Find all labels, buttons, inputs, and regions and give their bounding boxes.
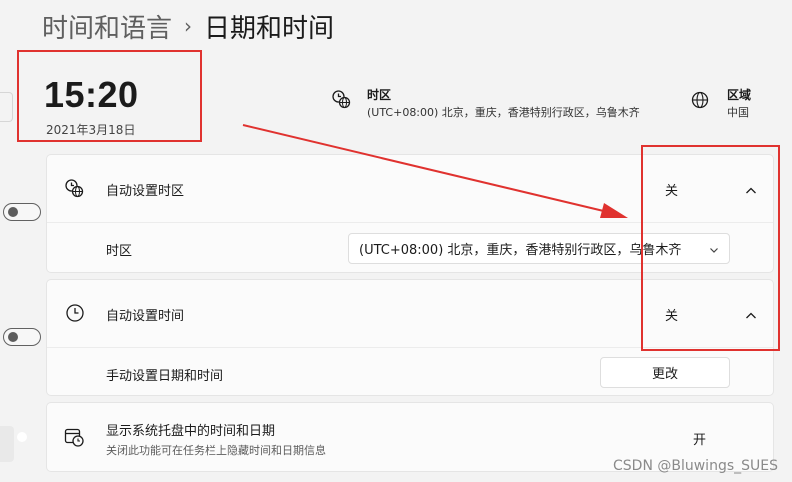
annotation-arrow — [242, 124, 628, 218]
watermark: CSDN @Bluwings_SUES — [613, 458, 778, 474]
